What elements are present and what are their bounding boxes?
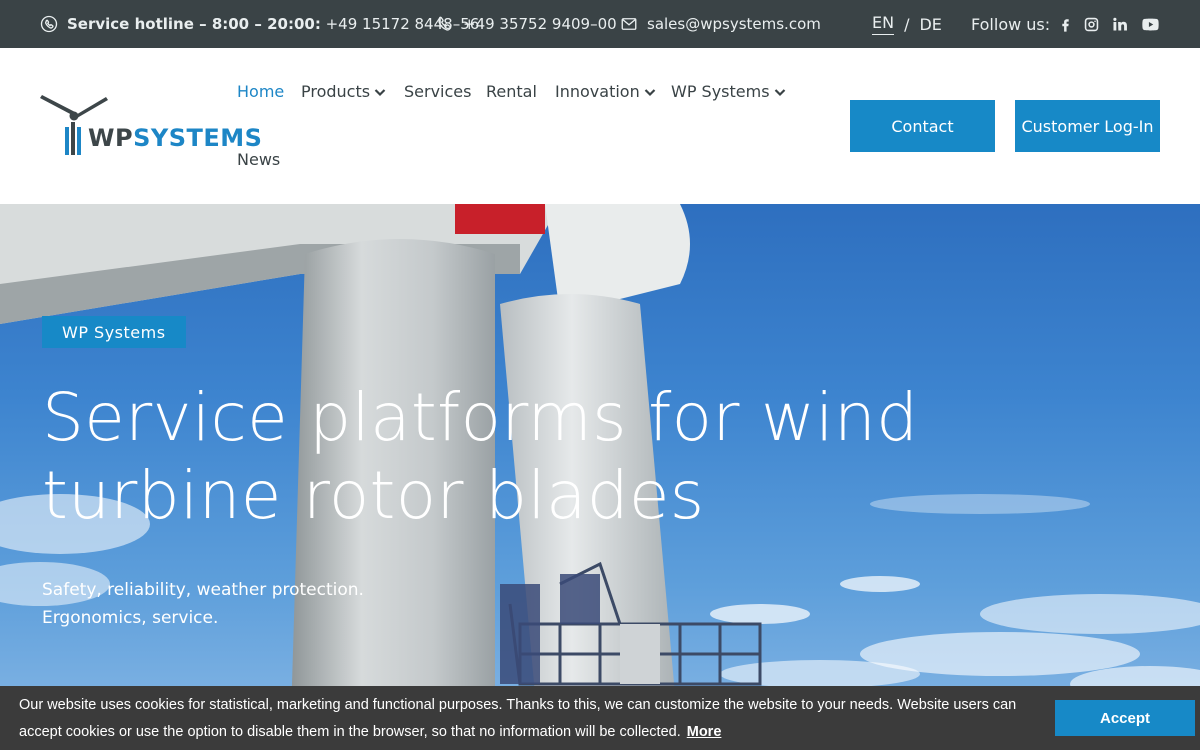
service-hotline[interactable]: Service hotline – 8:00 – 20:00: +49 1517… — [40, 0, 479, 48]
hero-title-line-1: Service platforms for wind — [42, 379, 919, 456]
nav-innovation-label: Innovation — [555, 82, 640, 101]
nav-news-label: News — [237, 150, 281, 169]
phone-number-text: +49 35752 9409–00 — [463, 15, 617, 33]
customer-login-button[interactable]: Customer Log-In — [1015, 100, 1160, 152]
email-text: sales@wpsystems.com — [647, 15, 821, 33]
hero-subtitle-line-2: Ergonomics, service. — [42, 608, 219, 628]
hero-banner: WP Systems Service platforms for wind tu… — [0, 204, 1200, 750]
chevron-down-icon — [774, 88, 785, 96]
logo-wordmark: WPSYSTEMS — [88, 124, 262, 152]
contact-button[interactable]: Contact — [850, 100, 995, 152]
logo-wp: WP — [88, 124, 134, 152]
youtube-icon — [1142, 18, 1159, 30]
nav-wp-systems-label: WP Systems — [671, 82, 770, 101]
facebook-link[interactable] — [1057, 0, 1074, 48]
instagram-link[interactable] — [1083, 0, 1100, 48]
cookie-more-link[interactable]: More — [687, 724, 722, 740]
lang-de[interactable]: DE — [919, 15, 941, 34]
phone-circle-icon — [40, 15, 58, 33]
chevron-down-icon — [644, 88, 655, 96]
hero-subtitle-line-1: Safety, reliability, weather protection. — [42, 580, 364, 600]
instagram-icon — [1084, 17, 1099, 31]
site-header: WPSYSTEMS Home Products Services Rental … — [0, 48, 1200, 204]
lang-en[interactable]: EN — [872, 13, 895, 35]
cookie-message: Our website uses cookies for statistical… — [19, 697, 1017, 740]
cookie-banner: Our website uses cookies for statistical… — [0, 686, 1200, 750]
phone-icon — [438, 16, 452, 31]
logo[interactable]: WPSYSTEMS — [38, 94, 262, 158]
nav-news[interactable]: News — [237, 150, 280, 169]
nav-home[interactable]: Home — [237, 82, 284, 101]
linkedin-icon — [1113, 17, 1127, 31]
hotline-label: Service hotline – 8:00 – 20:00: — [67, 15, 321, 33]
lang-separator: / — [904, 14, 910, 34]
hero-subtitle: Safety, reliability, weather protection.… — [42, 576, 364, 632]
nav-products-label: Products — [301, 82, 371, 101]
nav-products[interactable]: Products — [301, 82, 386, 101]
cookie-accept-button[interactable]: Accept — [1055, 700, 1195, 736]
hero-title-line-2: turbine rotor blades — [42, 457, 705, 534]
nav-rental[interactable]: Rental — [486, 82, 537, 101]
top-bar: Service hotline – 8:00 – 20:00: +49 1517… — [0, 0, 1200, 48]
nav-services-label: Services — [404, 82, 472, 101]
phone-number[interactable]: +49 35752 9409–00 — [436, 0, 617, 48]
cookie-text: Our website uses cookies for statistical… — [19, 692, 1049, 746]
nav-wp-systems[interactable]: WP Systems — [671, 82, 786, 101]
language-switcher: EN / DE — [872, 0, 942, 48]
nav-innovation[interactable]: Innovation — [555, 82, 656, 101]
mail-icon — [621, 18, 637, 30]
youtube-link[interactable] — [1141, 0, 1160, 48]
nav-services[interactable]: Services — [404, 82, 471, 101]
linkedin-link[interactable] — [1111, 0, 1128, 48]
logo-systems: SYSTEMS — [133, 124, 263, 152]
hero-title: Service platforms for wind turbine rotor… — [42, 379, 942, 535]
nav-home-label: Home — [237, 82, 285, 101]
chevron-down-icon — [374, 88, 386, 96]
email-link[interactable]: sales@wpsystems.com — [620, 0, 821, 48]
hero-tag: WP Systems — [42, 316, 186, 348]
follow-us-label: Follow us: — [971, 14, 1051, 34]
facebook-icon — [1062, 18, 1069, 32]
nav-rental-label: Rental — [486, 82, 537, 101]
